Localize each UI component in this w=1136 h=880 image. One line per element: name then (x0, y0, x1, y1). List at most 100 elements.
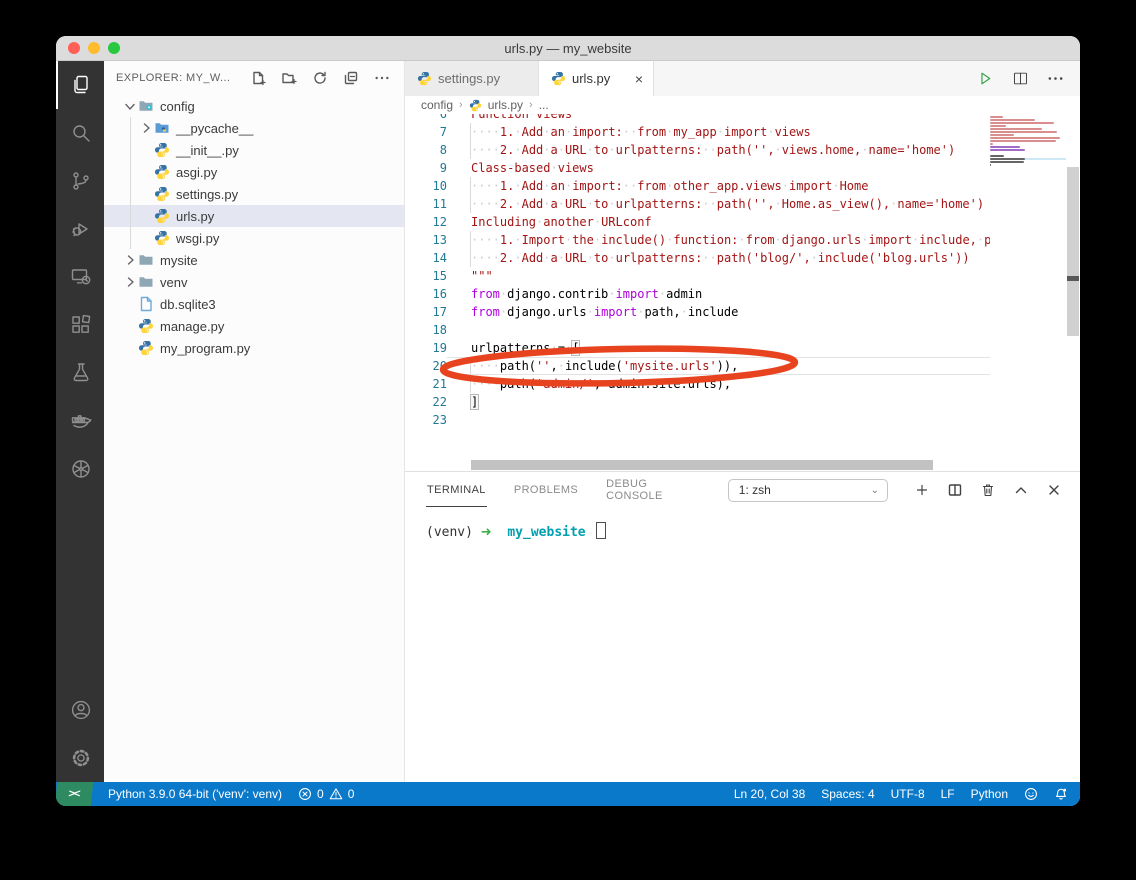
new-file-icon[interactable] (250, 70, 266, 86)
close-panel-icon[interactable] (1046, 482, 1062, 498)
tree-item-label: db.sqlite3 (160, 297, 216, 312)
close-tab-icon[interactable]: × (635, 72, 643, 86)
chevron-down-icon (122, 98, 138, 114)
scrollbar-slider[interactable] (1067, 167, 1079, 336)
more-actions-icon[interactable] (1047, 70, 1064, 87)
chevron-right-icon (138, 120, 154, 136)
breadcrumb-item-config[interactable]: config (421, 98, 453, 112)
code-line-16: 16from·django.contrib·import·admin (405, 285, 990, 303)
code-line-22: 22] (405, 393, 990, 411)
zoom-window-button[interactable] (108, 42, 120, 54)
database-file-icon (138, 296, 156, 312)
python-interpreter-status[interactable]: Python 3.9.0 64-bit ('venv': venv) (108, 787, 282, 801)
new-terminal-icon[interactable] (914, 482, 930, 498)
folder-icon (138, 274, 156, 290)
remote-explorer-activity-icon[interactable] (56, 253, 104, 301)
code-editor[interactable]: 6Function·views7····1.·Add·an·import:··f… (405, 114, 990, 471)
python-file-icon (154, 230, 172, 246)
collapse-folders-icon[interactable] (343, 70, 359, 86)
line-number: 15 (405, 267, 447, 285)
tree-item-config[interactable]: config (104, 95, 404, 117)
prompt-venv: (venv) (426, 525, 473, 540)
split-terminal-icon[interactable] (947, 482, 963, 498)
tab-problems[interactable]: PROBLEMS (513, 474, 579, 506)
tree-item-venv[interactable]: venv (104, 271, 404, 293)
code-line-18: 18 (405, 321, 990, 339)
prompt-arrow: ➜ (481, 525, 492, 540)
accounts-activity-icon[interactable] (56, 686, 104, 734)
minimap-line (990, 128, 1066, 130)
panel-header: TERMINAL PROBLEMS DEBUG CONSOLE 1: zsh ⌄ (405, 472, 1080, 508)
close-window-button[interactable] (68, 42, 80, 54)
encoding-status[interactable]: UTF-8 (891, 787, 925, 801)
horizontal-scrollbar[interactable] (471, 460, 933, 470)
eol-status[interactable]: LF (941, 787, 955, 801)
tree-item--init-py[interactable]: __init__.py (104, 139, 404, 161)
minimap-line (990, 149, 1066, 151)
indent-guide (470, 249, 471, 267)
more-actions-icon[interactable] (374, 70, 390, 86)
cursor-overview-marker (1067, 276, 1079, 281)
terminal-content[interactable]: (venv) ➜ my_website (405, 508, 1080, 540)
language-mode-status[interactable]: Python (971, 787, 1008, 801)
indent-guide (470, 231, 471, 249)
tree-item--pycache-[interactable]: __pycache__ (104, 117, 404, 139)
kill-terminal-icon[interactable] (980, 482, 996, 498)
kubernetes-activity-icon[interactable] (56, 445, 104, 493)
breadcrumb-item-more[interactable]: ... (539, 98, 549, 112)
indent-guide (470, 177, 471, 195)
cursor-position-status[interactable]: Ln 20, Col 38 (734, 787, 805, 801)
tree-item-mysite[interactable]: mysite (104, 249, 404, 271)
tree-item-label: manage.py (160, 319, 224, 334)
tree-item-settings-py[interactable]: settings.py (104, 183, 404, 205)
vertical-scrollbar[interactable] (1066, 114, 1080, 471)
tree-item-my-program-py[interactable]: my_program.py (104, 337, 404, 359)
screenshot-stage: urls.py — my_website EXPLORER: MY_W... c… (0, 0, 1136, 880)
manage-settings-activity-icon[interactable] (56, 734, 104, 782)
tree-item-urls-py[interactable]: urls.py (104, 205, 404, 227)
source-control-activity-icon[interactable] (56, 157, 104, 205)
remote-indicator[interactable]: >< (56, 782, 93, 806)
tree-item-asgi-py[interactable]: asgi.py (104, 161, 404, 183)
warning-icon (329, 787, 343, 801)
bell-icon (1054, 787, 1068, 801)
tab-urls-py[interactable]: urls.py × (539, 61, 654, 96)
run-and-debug-activity-icon[interactable] (56, 205, 104, 253)
new-folder-icon[interactable] (281, 70, 297, 86)
explorer-header: EXPLORER: MY_W... (104, 61, 404, 95)
maximize-panel-icon[interactable] (1013, 482, 1029, 498)
run-python-file-icon[interactable] (977, 70, 994, 87)
tree-item-label: asgi.py (176, 165, 217, 180)
tree-item-db-sqlite3[interactable]: db.sqlite3 (104, 293, 404, 315)
breadcrumb-item-urls-py[interactable]: urls.py (488, 98, 523, 112)
breadcrumb: config › urls.py › ... (405, 96, 1080, 114)
code-line-23: 23 (405, 411, 990, 429)
tree-item-label: wsgi.py (176, 231, 219, 246)
minimap[interactable] (990, 114, 1066, 471)
minimap-line (990, 158, 1066, 160)
tab-debug-console[interactable]: DEBUG CONSOLE (605, 468, 702, 512)
split-editor-icon[interactable] (1012, 70, 1029, 87)
extensions-activity-icon[interactable] (56, 301, 104, 349)
line-content: ····1.·Add·an·import:··from·other_app.vi… (447, 177, 990, 195)
minimap-line (990, 146, 1066, 148)
testing-activity-icon[interactable] (56, 349, 104, 397)
indentation-status[interactable]: Spaces: 4 (821, 787, 874, 801)
line-number: 23 (405, 411, 447, 429)
notifications-status[interactable] (1054, 787, 1068, 801)
refresh-explorer-icon[interactable] (312, 70, 328, 86)
code-line-7: 7····1.·Add·an·import:··from·my_app·impo… (405, 123, 990, 141)
docker-activity-icon[interactable] (56, 397, 104, 445)
terminal-shell-select[interactable]: 1: zsh ⌄ (728, 479, 888, 502)
feedback-status[interactable] (1024, 787, 1038, 801)
explorer-activity-icon[interactable] (56, 61, 104, 109)
minimize-window-button[interactable] (88, 42, 100, 54)
search-activity-icon[interactable] (56, 109, 104, 157)
problems-status[interactable]: 0 0 (298, 787, 354, 801)
tab-terminal[interactable]: TERMINAL (426, 474, 487, 507)
minimap-line (990, 125, 1066, 127)
tree-item-wsgi-py[interactable]: wsgi.py (104, 227, 404, 249)
tab-settings-py[interactable]: settings.py (405, 61, 539, 96)
tree-item-manage-py[interactable]: manage.py (104, 315, 404, 337)
python-file-icon (551, 71, 566, 86)
